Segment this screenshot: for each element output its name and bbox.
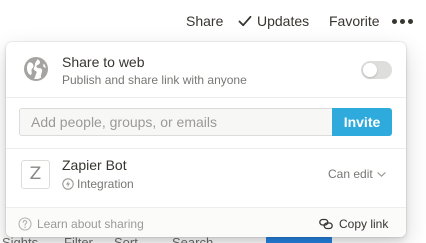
share-popup: Share to web Publish and share link with… — [6, 42, 406, 237]
question-circle-icon — [18, 217, 32, 231]
toggle-knob — [363, 63, 377, 77]
share-footer: Learn about sharing Copy link — [6, 207, 406, 237]
member-row: Z Zapier Bot Integration Can edit — [6, 150, 406, 200]
learn-about-sharing-label: Learn about sharing — [37, 217, 144, 231]
invite-input[interactable] — [19, 108, 332, 136]
copy-link-button[interactable]: Copy link — [319, 217, 388, 231]
check-icon — [238, 15, 252, 27]
learn-about-sharing-link[interactable]: Learn about sharing — [18, 217, 144, 231]
more-horizontal-icon[interactable] — [392, 19, 414, 25]
share-to-web-subtitle: Publish and share link with anyone — [62, 73, 247, 87]
chevron-down-icon — [377, 172, 386, 177]
permission-label: Can edit — [328, 167, 373, 181]
divider — [6, 97, 406, 98]
updates-label: Updates — [257, 13, 310, 29]
globe-icon — [24, 57, 48, 81]
copy-link-label: Copy link — [339, 217, 389, 231]
integration-bolt-icon — [62, 178, 74, 190]
member-type: Integration — [62, 177, 134, 192]
topbar: Share Updates Favorite — [0, 0, 426, 42]
share-to-web-toggle[interactable] — [361, 61, 392, 79]
member-type-label: Integration — [77, 177, 134, 191]
avatar: Z — [21, 160, 50, 189]
divider — [6, 148, 406, 149]
invite-button[interactable]: Invite — [332, 108, 392, 136]
updates-button[interactable]: Updates — [238, 12, 309, 30]
link-icon — [319, 218, 333, 230]
member-name: Zapier Bot — [62, 157, 127, 173]
share-button[interactable]: Share — [186, 12, 223, 30]
share-to-web-row[interactable]: Share to web Publish and share link with… — [6, 42, 406, 97]
share-to-web-title: Share to web — [62, 54, 145, 70]
permission-dropdown[interactable]: Can edit — [328, 167, 386, 182]
favorite-button[interactable]: Favorite — [329, 12, 380, 30]
